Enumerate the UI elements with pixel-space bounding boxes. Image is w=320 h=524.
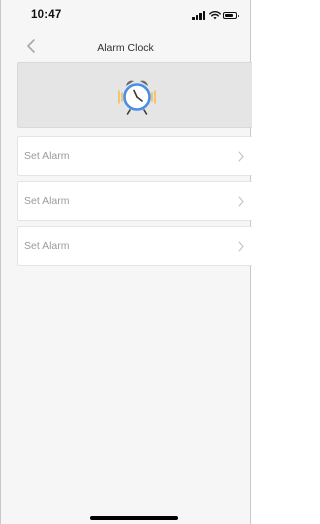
wifi-icon xyxy=(209,11,221,20)
alarm-illustration-panel xyxy=(17,62,252,128)
cellular-signal-icon xyxy=(192,11,206,20)
page-title: Alarm Clock xyxy=(97,42,154,54)
set-alarm-label: Set Alarm xyxy=(24,195,70,207)
set-alarm-row-1[interactable]: Set Alarm xyxy=(17,136,252,176)
chevron-right-icon xyxy=(238,151,244,162)
set-alarm-row-3[interactable]: Set Alarm xyxy=(17,226,252,266)
home-indicator[interactable] xyxy=(90,516,178,520)
set-alarm-label: Set Alarm xyxy=(24,240,70,252)
chevron-right-icon xyxy=(238,196,244,207)
app-screen: 10:47 Alarm Clock Set Alarm Set Alarm Se… xyxy=(0,0,252,524)
set-alarm-label: Set Alarm xyxy=(24,150,70,162)
status-time: 10:47 xyxy=(31,9,62,21)
chevron-right-icon xyxy=(238,241,244,252)
alarm-clock-icon xyxy=(118,80,156,115)
set-alarm-row-2[interactable]: Set Alarm xyxy=(17,181,252,221)
status-bar: 10:47 xyxy=(1,0,250,30)
navigation-bar: Alarm Clock xyxy=(1,30,250,62)
status-icons xyxy=(192,11,239,21)
battery-icon xyxy=(223,12,239,19)
